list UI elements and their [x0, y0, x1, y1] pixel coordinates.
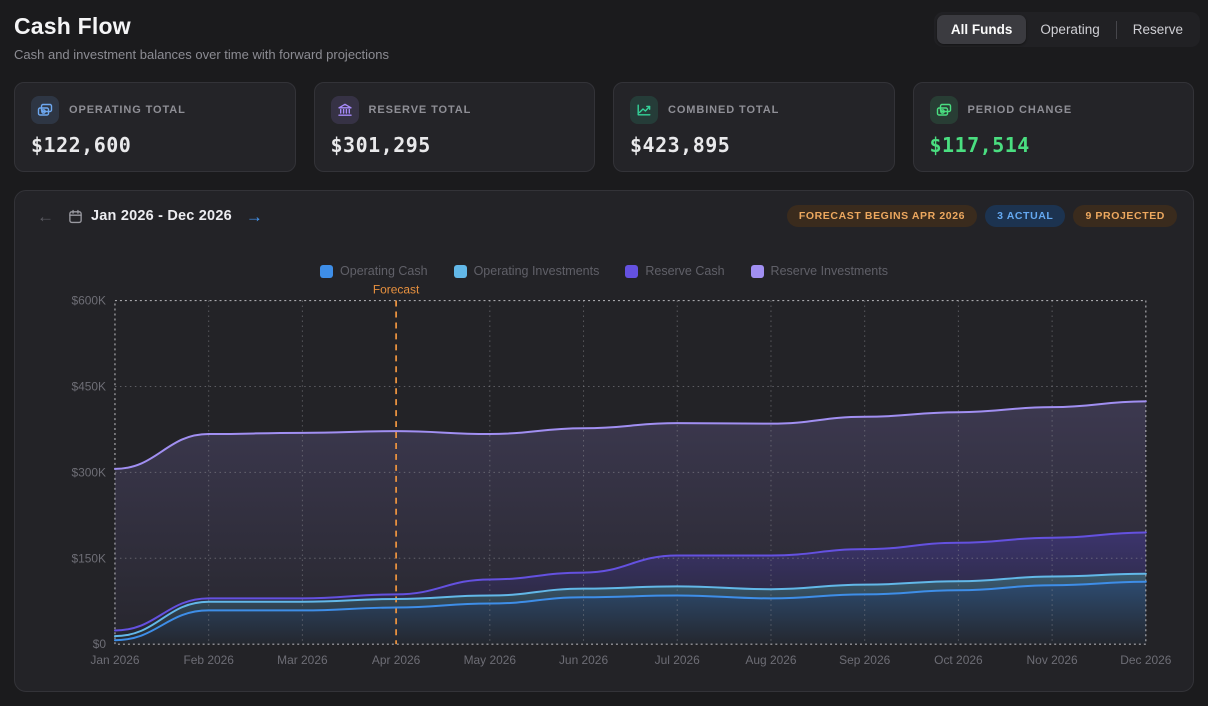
- trend-up-icon: [630, 96, 658, 124]
- svg-text:Jan 2026: Jan 2026: [90, 653, 139, 667]
- legend-swatch: [320, 265, 333, 278]
- svg-text:Mar 2026: Mar 2026: [277, 653, 328, 667]
- card-value: $122,600: [31, 133, 279, 157]
- card-combined-total: COMBINED TOTAL $423,895: [613, 82, 895, 172]
- card-label: PERIOD CHANGE: [968, 104, 1073, 116]
- page-title: Cash Flow: [14, 13, 131, 40]
- svg-text:Jul 2026: Jul 2026: [655, 653, 700, 667]
- card-label: COMBINED TOTAL: [668, 104, 779, 116]
- projected-count-badge: 9 PROJECTED: [1073, 205, 1177, 227]
- svg-text:$150K: $150K: [71, 551, 106, 565]
- svg-text:Aug 2026: Aug 2026: [745, 653, 796, 667]
- svg-text:Feb 2026: Feb 2026: [183, 653, 234, 667]
- forecast-label: Forecast: [373, 283, 420, 297]
- legend-label: Reserve Cash: [645, 264, 724, 278]
- svg-text:Sep 2026: Sep 2026: [839, 653, 890, 667]
- card-label: RESERVE TOTAL: [369, 104, 472, 116]
- banknotes-icon: [31, 96, 59, 124]
- stat-cards-row: OPERATING TOTAL $122,600 RESERVE TOTAL $…: [14, 82, 1194, 172]
- legend-item-0: Operating Cash: [320, 264, 428, 278]
- legend-item-1: Operating Investments: [454, 264, 600, 278]
- card-value: $301,295: [331, 133, 579, 157]
- tab-reserve[interactable]: Reserve: [1119, 15, 1197, 44]
- svg-text:Dec 2026: Dec 2026: [1120, 653, 1171, 667]
- banknotes-icon: [930, 96, 958, 124]
- status-badges: FORECAST BEGINS APR 2026 3 ACTUAL 9 PROJ…: [787, 205, 1177, 227]
- date-range-label: Jan 2026 - Dec 2026: [91, 208, 232, 224]
- svg-text:Apr 2026: Apr 2026: [372, 653, 421, 667]
- legend-swatch: [751, 265, 764, 278]
- x-axis-labels: Jan 2026 Feb 2026 Mar 2026 Apr 2026 May 2026…: [90, 653, 1171, 667]
- svg-text:$300K: $300K: [71, 465, 106, 479]
- legend-label: Reserve Investments: [771, 264, 888, 278]
- legend-item-3: Reserve Investments: [751, 264, 888, 278]
- calendar-icon: [68, 209, 83, 224]
- tab-divider: [1116, 21, 1117, 39]
- cash-flow-chart-panel: ← Jan 2026 - Dec 2026 → FORECAST BEGINS …: [14, 190, 1194, 692]
- card-operating-total: OPERATING TOTAL $122,600: [14, 82, 296, 172]
- date-navigation: ← Jan 2026 - Dec 2026 →: [35, 206, 265, 227]
- svg-text:Jun 2026: Jun 2026: [559, 653, 608, 667]
- tab-operating[interactable]: Operating: [1026, 15, 1113, 44]
- chart-legend: Operating Cash Operating Investments Reser…: [15, 264, 1193, 278]
- svg-text:May 2026: May 2026: [464, 653, 517, 667]
- legend-item-2: Reserve Cash: [625, 264, 724, 278]
- forecast-begins-badge: FORECAST BEGINS APR 2026: [787, 205, 977, 227]
- bank-icon: [331, 96, 359, 124]
- svg-text:$450K: $450K: [71, 379, 106, 393]
- legend-swatch: [454, 265, 467, 278]
- next-period-arrow-icon[interactable]: →: [244, 206, 265, 227]
- page-subtitle: Cash and investment balances over time w…: [14, 47, 389, 62]
- legend-label: Operating Cash: [340, 264, 428, 278]
- tab-all-funds[interactable]: All Funds: [937, 15, 1027, 44]
- svg-text:$600K: $600K: [71, 294, 106, 308]
- card-reserve-total: RESERVE TOTAL $301,295: [314, 82, 596, 172]
- legend-swatch: [625, 265, 638, 278]
- card-period-change: PERIOD CHANGE $117,514: [913, 82, 1195, 172]
- previous-period-arrow-icon[interactable]: ←: [35, 206, 56, 227]
- actual-count-badge: 3 ACTUAL: [985, 205, 1065, 227]
- svg-text:$0: $0: [93, 637, 107, 651]
- svg-text:Oct 2026: Oct 2026: [934, 653, 983, 667]
- card-value: $117,514: [930, 133, 1178, 157]
- legend-label: Operating Investments: [474, 264, 600, 278]
- card-label: OPERATING TOTAL: [69, 104, 186, 116]
- fund-filter-segmented-control: All Funds Operating Reserve: [934, 12, 1200, 47]
- card-value: $423,895: [630, 133, 878, 157]
- svg-text:Nov 2026: Nov 2026: [1027, 653, 1078, 667]
- y-axis-labels: $0 $150K $300K $450K $600K: [71, 294, 106, 652]
- chart-header: ← Jan 2026 - Dec 2026 → FORECAST BEGINS …: [35, 205, 1177, 227]
